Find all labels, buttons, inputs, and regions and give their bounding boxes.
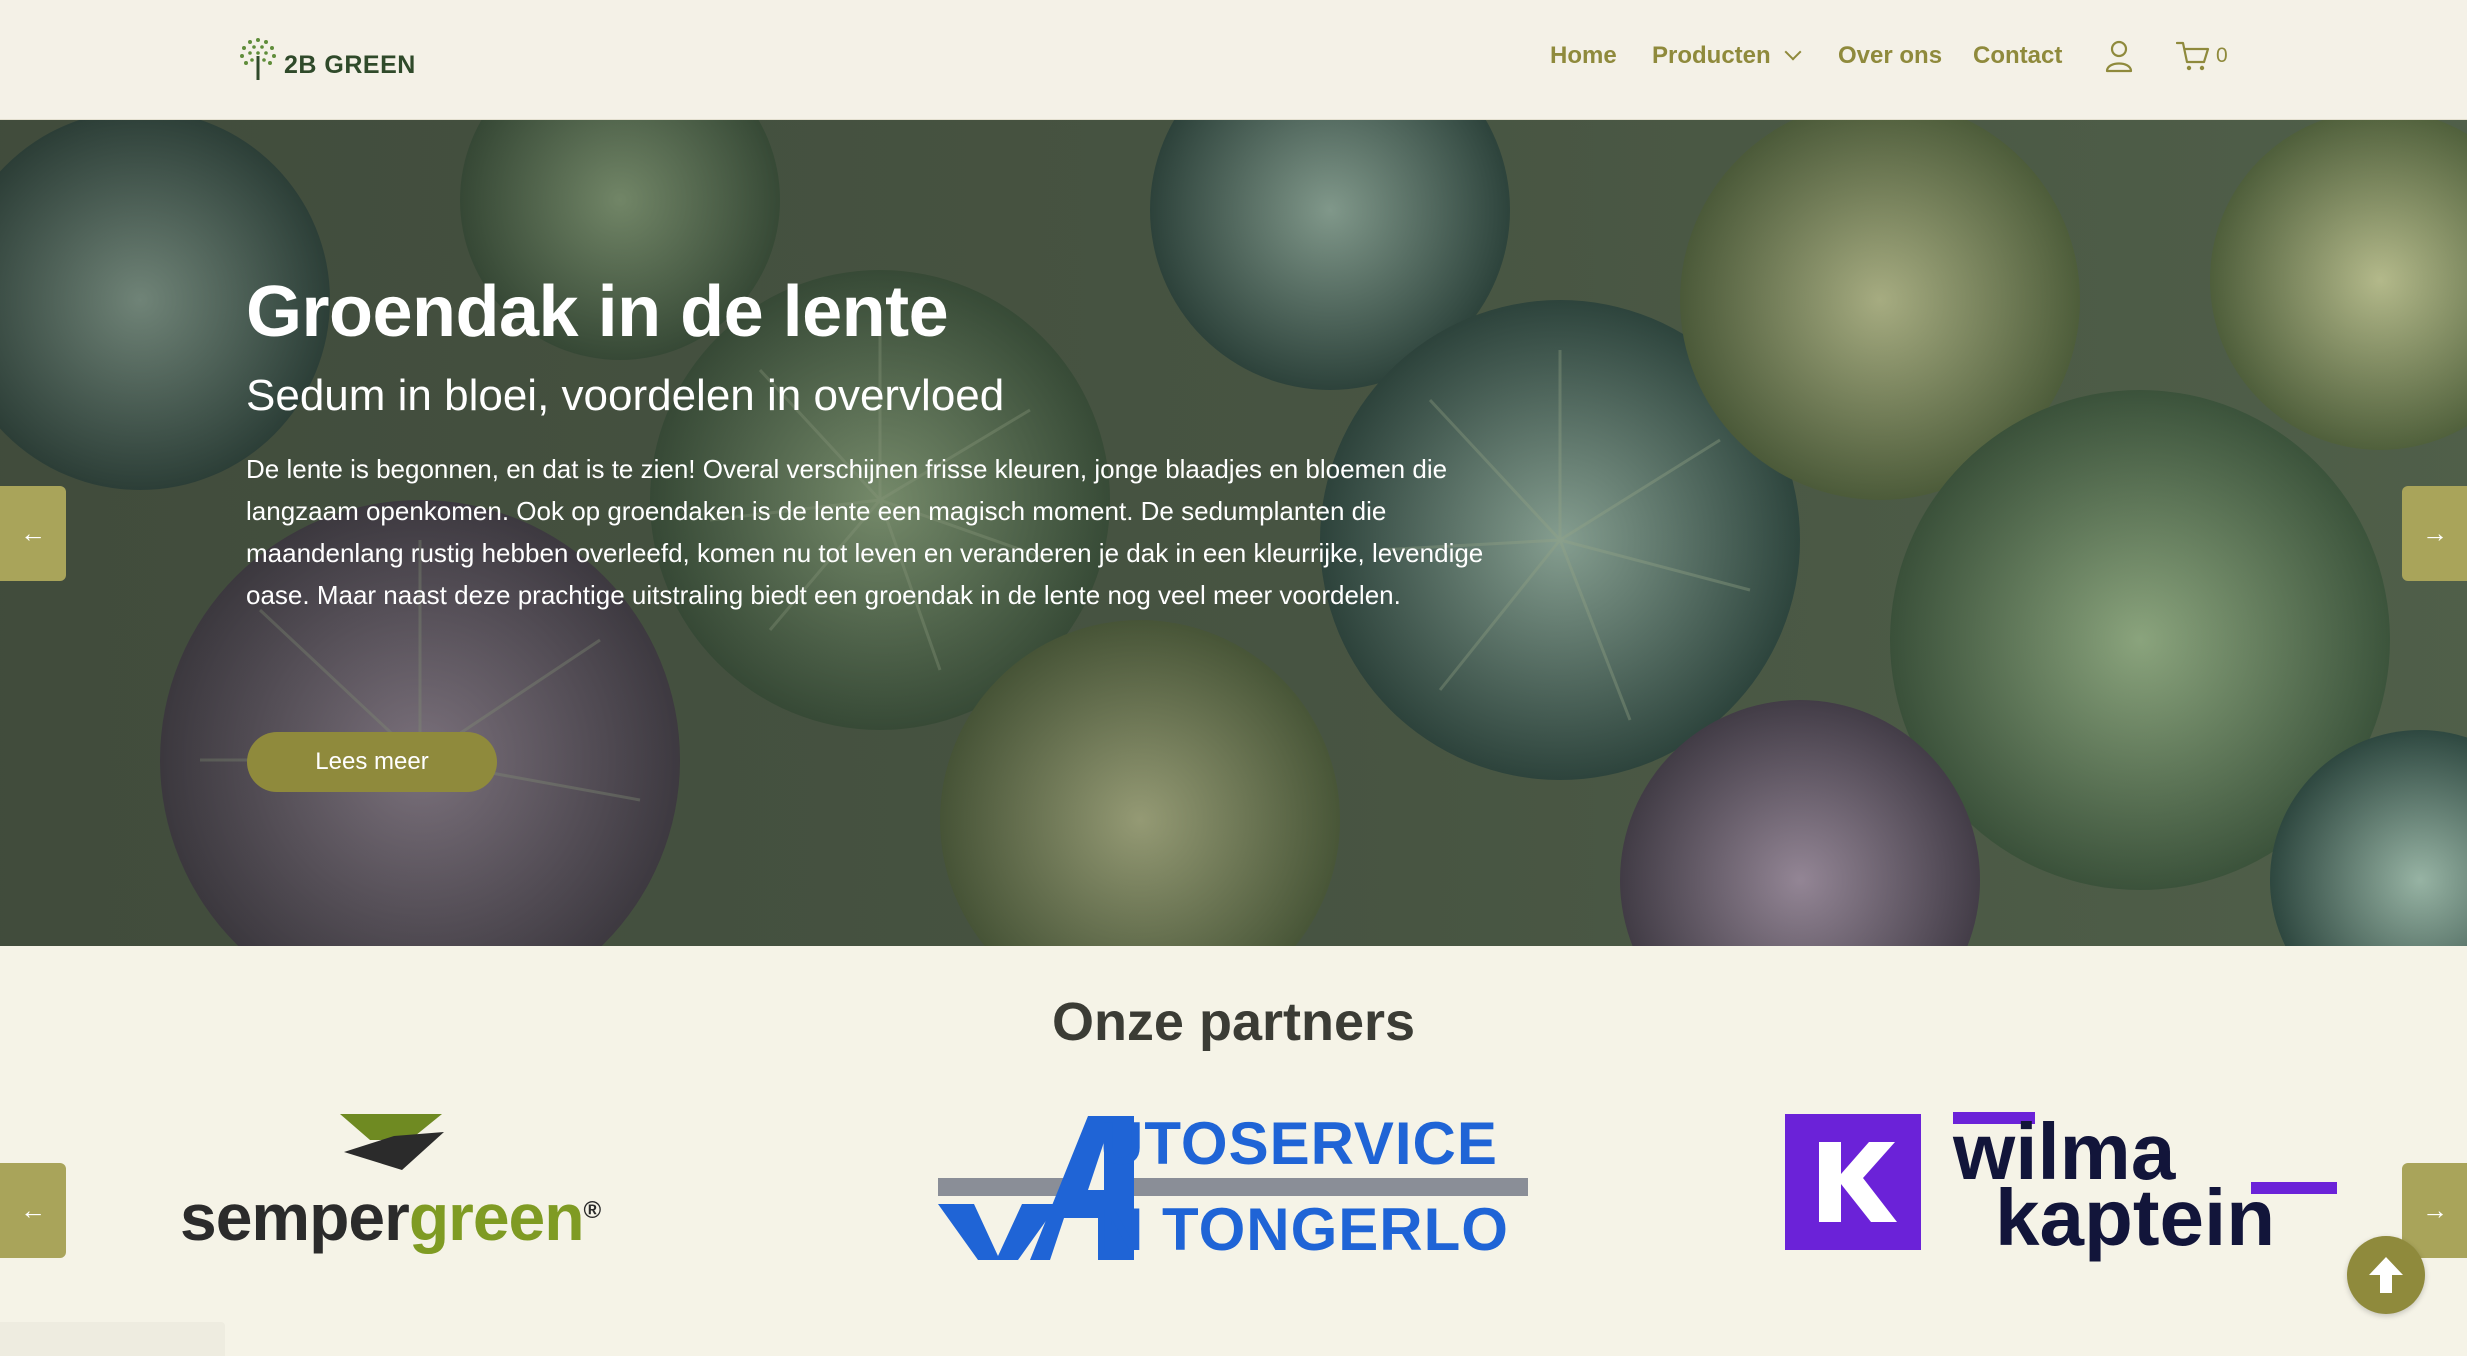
- sempergreen-text-semper: semper: [180, 1180, 410, 1254]
- partner-logo-wilma-kaptein[interactable]: wilma kaptein: [1785, 1112, 2340, 1262]
- cart-icon: [2176, 41, 2210, 71]
- nav-producten[interactable]: Producten: [1652, 36, 1802, 76]
- logo[interactable]: 2B GREEN: [236, 32, 416, 84]
- arrow-left-icon: ←: [20, 1195, 46, 1225]
- hero-title: Groendak in de lente: [246, 272, 949, 352]
- autoservice-text-line1: UTOSERVICE: [1100, 1110, 1498, 1177]
- partner-logo-sempergreen[interactable]: sempergreen®: [180, 1110, 640, 1260]
- partners-title: Onze partners: [1051, 992, 1416, 1052]
- partners-prev-button[interactable]: ←: [0, 1163, 66, 1258]
- hero-content: Groendak in de lente Sedum in bloei, voo…: [246, 270, 1496, 616]
- partner-logo-autoservice-van-tongerlo[interactable]: UTOSERVICE N TONGERLO: [938, 1108, 1530, 1263]
- nav-contact[interactable]: Contact: [1973, 36, 2062, 76]
- lees-meer-button[interactable]: Lees meer: [247, 732, 497, 792]
- site-header: 2B GREEN Home Producten Over ons Contact…: [0, 0, 2467, 120]
- nav-producten-label: Producten: [1652, 42, 1771, 69]
- arrow-right-icon: →: [2422, 518, 2448, 548]
- partners-next-button[interactable]: →: [2402, 1163, 2467, 1258]
- hero-prev-button[interactable]: ←: [0, 486, 66, 581]
- nav-home[interactable]: Home: [1550, 36, 1617, 76]
- autoservice-text-line2: N TONGERLO: [1100, 1196, 1509, 1263]
- user-icon: [2105, 40, 2133, 73]
- k-letter-icon: [1819, 1142, 1897, 1222]
- account-button[interactable]: [2104, 36, 2134, 76]
- cart-button[interactable]: 0: [2176, 36, 2228, 76]
- kaptein-text: kaptein: [1995, 1173, 2276, 1262]
- sempergreen-registered-mark: ®: [583, 1197, 602, 1224]
- cart-count: 0: [2216, 44, 2228, 67]
- nav-over-ons[interactable]: Over ons: [1838, 36, 1942, 76]
- hero-next-button[interactable]: →: [2402, 486, 2467, 581]
- hero-subtitle: Sedum in bloei, voordelen in overvloed: [246, 371, 1005, 420]
- scroll-to-top-button[interactable]: [2347, 1236, 2425, 1314]
- arrow-right-icon: →: [2422, 1195, 2448, 1225]
- tree-logo-icon: [240, 38, 276, 80]
- hero-slider: Groendak in de lente Sedum in bloei, voo…: [0, 120, 2467, 946]
- logo-text: 2B GREEN: [284, 50, 416, 79]
- arrow-up-icon: [2369, 1257, 2403, 1293]
- chevron-down-icon: [1784, 43, 1802, 61]
- cookie-widget[interactable]: [0, 1322, 225, 1356]
- sempergreen-text-green: green: [408, 1180, 585, 1254]
- hero-body-text: De lente is begonnen, en dat is te zien!…: [246, 454, 1484, 610]
- arrow-left-icon: ←: [20, 518, 46, 548]
